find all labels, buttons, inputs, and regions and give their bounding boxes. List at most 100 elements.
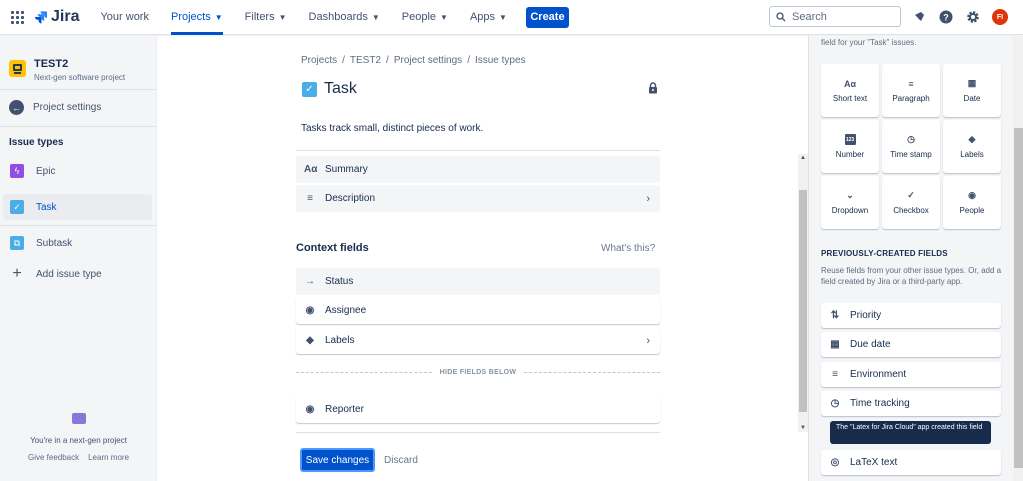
- prev-field-priority[interactable]: ⇅ Priority: [821, 303, 1001, 328]
- scroll-thumb[interactable]: [1014, 128, 1023, 468]
- nav-label: People: [401, 11, 437, 23]
- number-icon: 123: [844, 134, 856, 145]
- sidebar-item-label: Task: [36, 201, 57, 213]
- breadcrumb-separator: /: [467, 55, 470, 66]
- panel-scrollbar[interactable]: [1013, 36, 1023, 481]
- tile-labels[interactable]: ◆ Labels: [943, 120, 1001, 173]
- breadcrumb-project-settings[interactable]: Project settings: [394, 55, 462, 66]
- tile-date[interactable]: ▦ Date: [943, 64, 1001, 117]
- tag-icon: ◆: [306, 335, 314, 346]
- nav-projects[interactable]: Projects ▼: [170, 0, 223, 35]
- sidebar-item-subtask[interactable]: ⧉ Subtask: [3, 230, 152, 256]
- person-icon: ◉: [305, 305, 315, 316]
- breadcrumb-project[interactable]: TEST2: [350, 55, 381, 66]
- field-summary[interactable]: Aα Summary: [296, 156, 660, 183]
- notifications-icon[interactable]: [911, 10, 926, 25]
- search-input[interactable]: Search: [769, 6, 901, 27]
- main-scrollbar[interactable]: ▲ ▼: [798, 154, 808, 432]
- tile-label: Checkbox: [893, 206, 929, 215]
- lock-icon[interactable]: [648, 82, 658, 94]
- hide-fields-label: HIDE FIELDS BELOW: [439, 369, 517, 376]
- give-feedback-link[interactable]: Give feedback: [28, 453, 79, 462]
- next-gen-folder-icon: [71, 413, 86, 424]
- nav-filters[interactable]: Filters ▼: [245, 0, 287, 35]
- user-avatar[interactable]: FI: [992, 9, 1008, 25]
- nav-your-work[interactable]: Your work: [100, 0, 149, 35]
- field-label: Summary: [325, 164, 368, 175]
- checkbox-icon: ✓: [907, 190, 915, 200]
- issue-type-description[interactable]: Tasks track small, distinct pieces of wo…: [301, 123, 483, 134]
- prev-field-time-tracking[interactable]: ◷ Time tracking: [821, 391, 1001, 416]
- nav-dashboards[interactable]: Dashboards ▼: [309, 0, 380, 35]
- app-switcher-icon[interactable]: [11, 10, 24, 24]
- breadcrumb-issue-types[interactable]: Issue types: [475, 55, 526, 66]
- tile-label: Paragraph: [892, 94, 930, 103]
- prev-field-latex-text[interactable]: ◎ LaTeX text: [821, 450, 1001, 475]
- field-label: Reporter: [325, 404, 364, 415]
- tile-label: Number: [835, 150, 865, 159]
- save-changes-button[interactable]: Save changes: [300, 448, 375, 472]
- field-labels[interactable]: ◆ Labels ›: [296, 327, 660, 354]
- field-reporter[interactable]: ◉ Reporter: [296, 396, 660, 423]
- tile-short-text[interactable]: Aα Short text: [821, 64, 879, 117]
- help-icon[interactable]: ?: [938, 10, 953, 25]
- chevron-right-icon[interactable]: ›: [646, 193, 650, 205]
- sidebar-item-label: Epic: [36, 165, 56, 177]
- field-label: Environment: [850, 369, 907, 380]
- scroll-down-icon[interactable]: ▼: [798, 425, 808, 431]
- learn-more-link[interactable]: Learn more: [88, 453, 129, 462]
- field-status[interactable]: → Status: [296, 268, 660, 295]
- field-description[interactable]: ≡ Description ›: [296, 185, 660, 212]
- tile-dropdown[interactable]: ⌄ Dropdown: [821, 176, 879, 229]
- context-fields-heading: Context fields: [296, 242, 369, 254]
- breadcrumb: Projects / TEST2 / Project settings / Is…: [301, 55, 526, 66]
- tile-label: Labels: [960, 150, 984, 159]
- settings-gear-icon[interactable]: [965, 10, 980, 25]
- field-assignee[interactable]: ◉ Assignee: [296, 297, 660, 324]
- field-label: Time tracking: [850, 398, 910, 409]
- top-actions: ? FI: [911, 9, 1008, 25]
- tile-paragraph[interactable]: ≡ Paragraph: [882, 64, 940, 117]
- nav-label: Your work: [100, 11, 149, 23]
- breadcrumb-separator: /: [342, 55, 345, 66]
- stopwatch-icon: ◷: [830, 398, 840, 409]
- prev-field-environment[interactable]: ≡ Environment: [821, 362, 1001, 387]
- tile-people[interactable]: ◉ People: [943, 176, 1001, 229]
- breadcrumb-projects[interactable]: Projects: [301, 55, 337, 66]
- dropdown-icon: ⌄: [846, 190, 854, 200]
- task-checkbox-icon[interactable]: ✓: [302, 81, 317, 97]
- project-settings-back-link[interactable]: ← Project settings: [9, 100, 101, 115]
- chevron-down-icon: ▼: [214, 12, 223, 22]
- tile-number[interactable]: 123 Number: [821, 120, 879, 173]
- lightning-icon: ϟ: [10, 164, 24, 178]
- tile-checkbox[interactable]: ✓ Checkbox: [882, 176, 940, 229]
- palette-intro-text: field for your "Task" issues.: [821, 38, 917, 47]
- tile-time-stamp[interactable]: ◷ Time stamp: [882, 120, 940, 173]
- calendar-icon: ▦: [830, 339, 840, 350]
- nav-people[interactable]: People ▼: [402, 0, 448, 35]
- sidebar-item-epic[interactable]: ϟ Epic: [3, 158, 152, 184]
- divider: [0, 89, 157, 90]
- breadcrumb-separator: /: [386, 55, 389, 66]
- paragraph-icon: ≡: [832, 369, 838, 380]
- project-header[interactable]: TEST2 Next-gen software project: [9, 58, 125, 82]
- nav-label: Apps: [469, 11, 496, 23]
- create-button[interactable]: Create: [525, 6, 569, 28]
- field-label: Priority: [850, 310, 882, 321]
- logo-text: Jira: [51, 8, 80, 25]
- chevron-right-icon[interactable]: ›: [646, 335, 650, 347]
- jira-logo[interactable]: Jira: [34, 8, 79, 26]
- scroll-up-icon[interactable]: ▲: [798, 155, 808, 161]
- prev-field-due-date[interactable]: ▦ Due date: [821, 332, 1001, 357]
- issue-type-name[interactable]: Task: [324, 80, 357, 98]
- project-sidebar: TEST2 Next-gen software project ← Projec…: [0, 36, 157, 481]
- add-issue-type-button[interactable]: + Add issue type: [3, 261, 152, 287]
- sidebar-item-task[interactable]: ✓ Task: [3, 194, 152, 220]
- field-label: Assignee: [325, 305, 367, 316]
- discard-button[interactable]: Discard: [384, 455, 418, 466]
- nav-apps[interactable]: Apps ▼: [470, 0, 507, 35]
- tile-label: People: [959, 206, 985, 215]
- whats-this-link[interactable]: What's this?: [601, 243, 655, 254]
- paragraph-icon: ≡: [908, 78, 914, 89]
- scroll-thumb[interactable]: [799, 190, 807, 412]
